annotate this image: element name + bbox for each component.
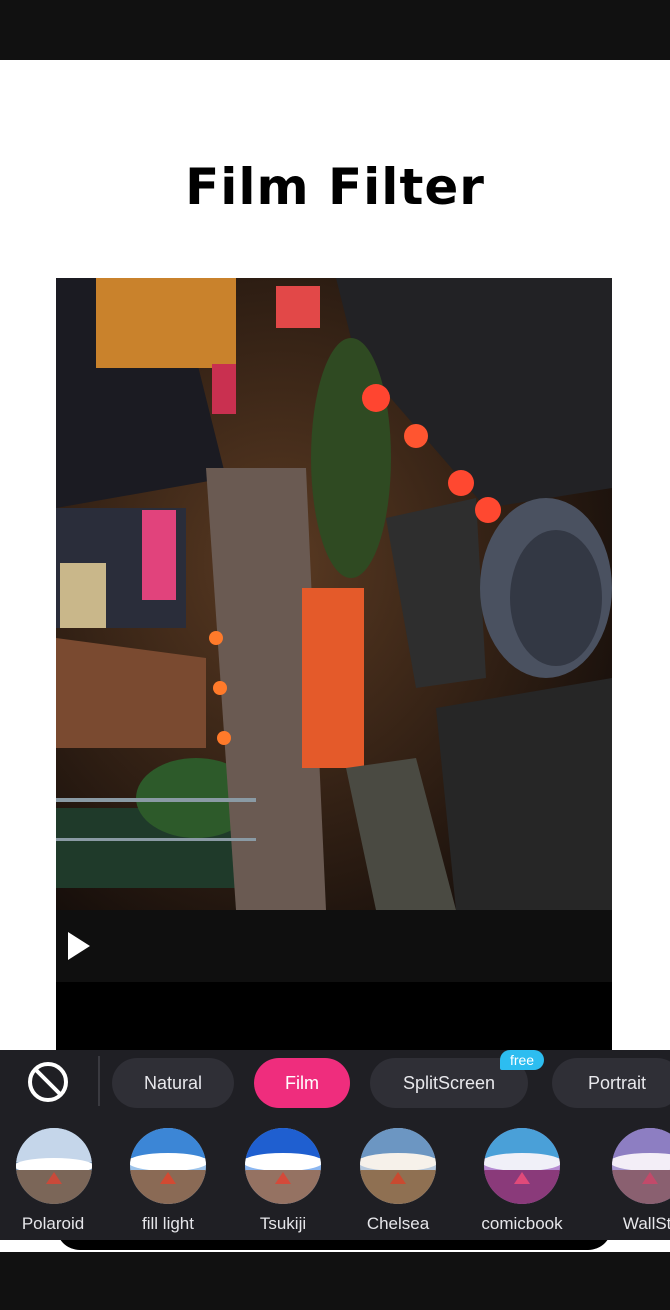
free-badge: free <box>500 1050 544 1070</box>
filter-comicbook-image <box>484 1128 560 1204</box>
no-filter-icon[interactable] <box>24 1058 72 1106</box>
street-scene-image <box>56 278 612 910</box>
filter-chelsea-label: Chelsea <box>366 1214 430 1233</box>
filter-polaroid-thumb[interactable] <box>16 1128 92 1204</box>
filter-fill-light-thumb[interactable] <box>130 1128 206 1204</box>
filter-panel: Natural Film SplitScreen free Portrait P… <box>0 1050 670 1240</box>
filter-fill-light-image <box>130 1128 206 1204</box>
filter-wallstr-image <box>612 1128 670 1204</box>
tab-film[interactable]: Film <box>254 1058 350 1108</box>
filter-comicbook-thumb[interactable] <box>484 1128 560 1204</box>
filter-wallstr-thumb[interactable] <box>612 1128 670 1204</box>
filter-polaroid-image <box>16 1128 92 1204</box>
preview-photo <box>56 278 612 910</box>
page-title: Film Filter <box>185 158 485 216</box>
filter-tsukiji-thumb[interactable] <box>245 1128 321 1204</box>
play-icon[interactable] <box>68 932 90 960</box>
filter-tsukiji-label: Tsukiji <box>259 1214 307 1233</box>
filter-fill-light-label: fill light <box>142 1214 194 1233</box>
filter-comicbook-label: comicbook <box>481 1214 563 1233</box>
filter-wallstr-label: WallStr <box>622 1214 670 1233</box>
filter-polaroid-label: Polaroid <box>21 1214 85 1233</box>
divider <box>98 1056 100 1106</box>
filter-tsukiji-image <box>245 1128 321 1204</box>
tab-natural[interactable]: Natural <box>112 1058 234 1108</box>
bottom-nav-bar <box>0 1252 670 1310</box>
filter-chelsea-image <box>360 1128 436 1204</box>
player-controls <box>56 910 612 982</box>
tab-portrait[interactable]: Portrait <box>552 1058 670 1108</box>
filter-chelsea-thumb[interactable] <box>360 1128 436 1204</box>
top-status-bar <box>0 0 670 60</box>
